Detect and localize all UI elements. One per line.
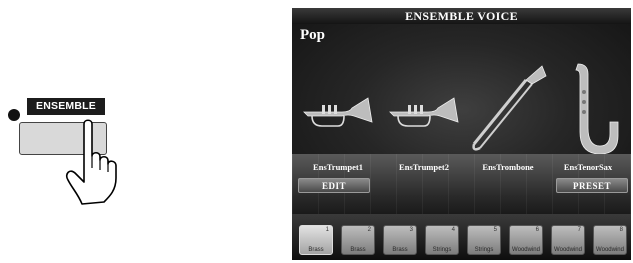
tab-label: Strings (474, 247, 494, 253)
instrument-slot-3[interactable]: EnsTrombone (468, 62, 548, 172)
tab-number: 5 (493, 227, 497, 233)
instrument-slot-2[interactable]: EnsTrumpet2 (384, 62, 464, 172)
ensemble-button-label: ENSEMBLE (27, 98, 105, 115)
category-tab-8[interactable]: 8 Woodwind (593, 225, 627, 255)
tab-label: Woodwind (554, 247, 582, 253)
instrument-name: EnsTrumpet2 (399, 162, 449, 172)
tab-number: 8 (619, 227, 623, 233)
category-tab-2[interactable]: 2 Brass (341, 225, 375, 255)
edit-button[interactable]: EDIT (298, 178, 370, 193)
trumpet-icon (303, 97, 373, 127)
tab-number: 6 (535, 227, 539, 233)
category-tab-7[interactable]: 7 Woodwind (551, 225, 585, 255)
tab-label: Woodwind (596, 247, 624, 253)
trumpet-icon (389, 97, 459, 127)
tab-label: Brass (350, 247, 366, 253)
category-tab-bar: 1 Brass 2 Brass 3 Brass 4 Strings 5 Stri… (292, 214, 631, 260)
tab-label: Brass (392, 247, 408, 253)
category-name: Pop (300, 27, 326, 43)
ensemble-indicator-led (8, 109, 20, 121)
screen-title: ENSEMBLE VOICE (292, 8, 631, 24)
ensemble-voice-screen: ENSEMBLE VOICE Pop EnsTrumpet1 EnsTrumpe… (292, 8, 631, 260)
instrument-name: EnsTrombone (482, 162, 534, 172)
tab-label: Woodwind (512, 247, 540, 253)
category-tab-6[interactable]: 6 Woodwind (509, 225, 543, 255)
tab-label: Brass (308, 247, 324, 253)
voice-display-area: Pop EnsTrumpet1 EnsTrumpet2 EnsTrombone … (292, 24, 631, 214)
tab-number: 1 (325, 227, 329, 233)
instrument-name: EnsTenorSax (563, 162, 613, 172)
tab-label: Strings (432, 247, 452, 253)
instrument-slot-4[interactable]: EnsTenorSax (548, 62, 628, 172)
pressing-hand-icon (65, 119, 117, 205)
trombone-icon (472, 65, 547, 151)
category-tab-1[interactable]: 1 Brass (299, 225, 333, 255)
preset-button[interactable]: PRESET (556, 178, 628, 193)
instrument-slot-1[interactable]: EnsTrumpet1 (298, 62, 378, 172)
instrument-name: EnsTrumpet1 (313, 162, 363, 172)
category-tab-4[interactable]: 4 Strings (425, 225, 459, 255)
tab-number: 3 (409, 227, 413, 233)
saxophone-icon (575, 63, 619, 154)
tab-number: 4 (451, 227, 455, 233)
category-tab-5[interactable]: 5 Strings (467, 225, 501, 255)
category-tab-3[interactable]: 3 Brass (383, 225, 417, 255)
tab-number: 2 (367, 227, 371, 233)
tab-number: 7 (577, 227, 581, 233)
